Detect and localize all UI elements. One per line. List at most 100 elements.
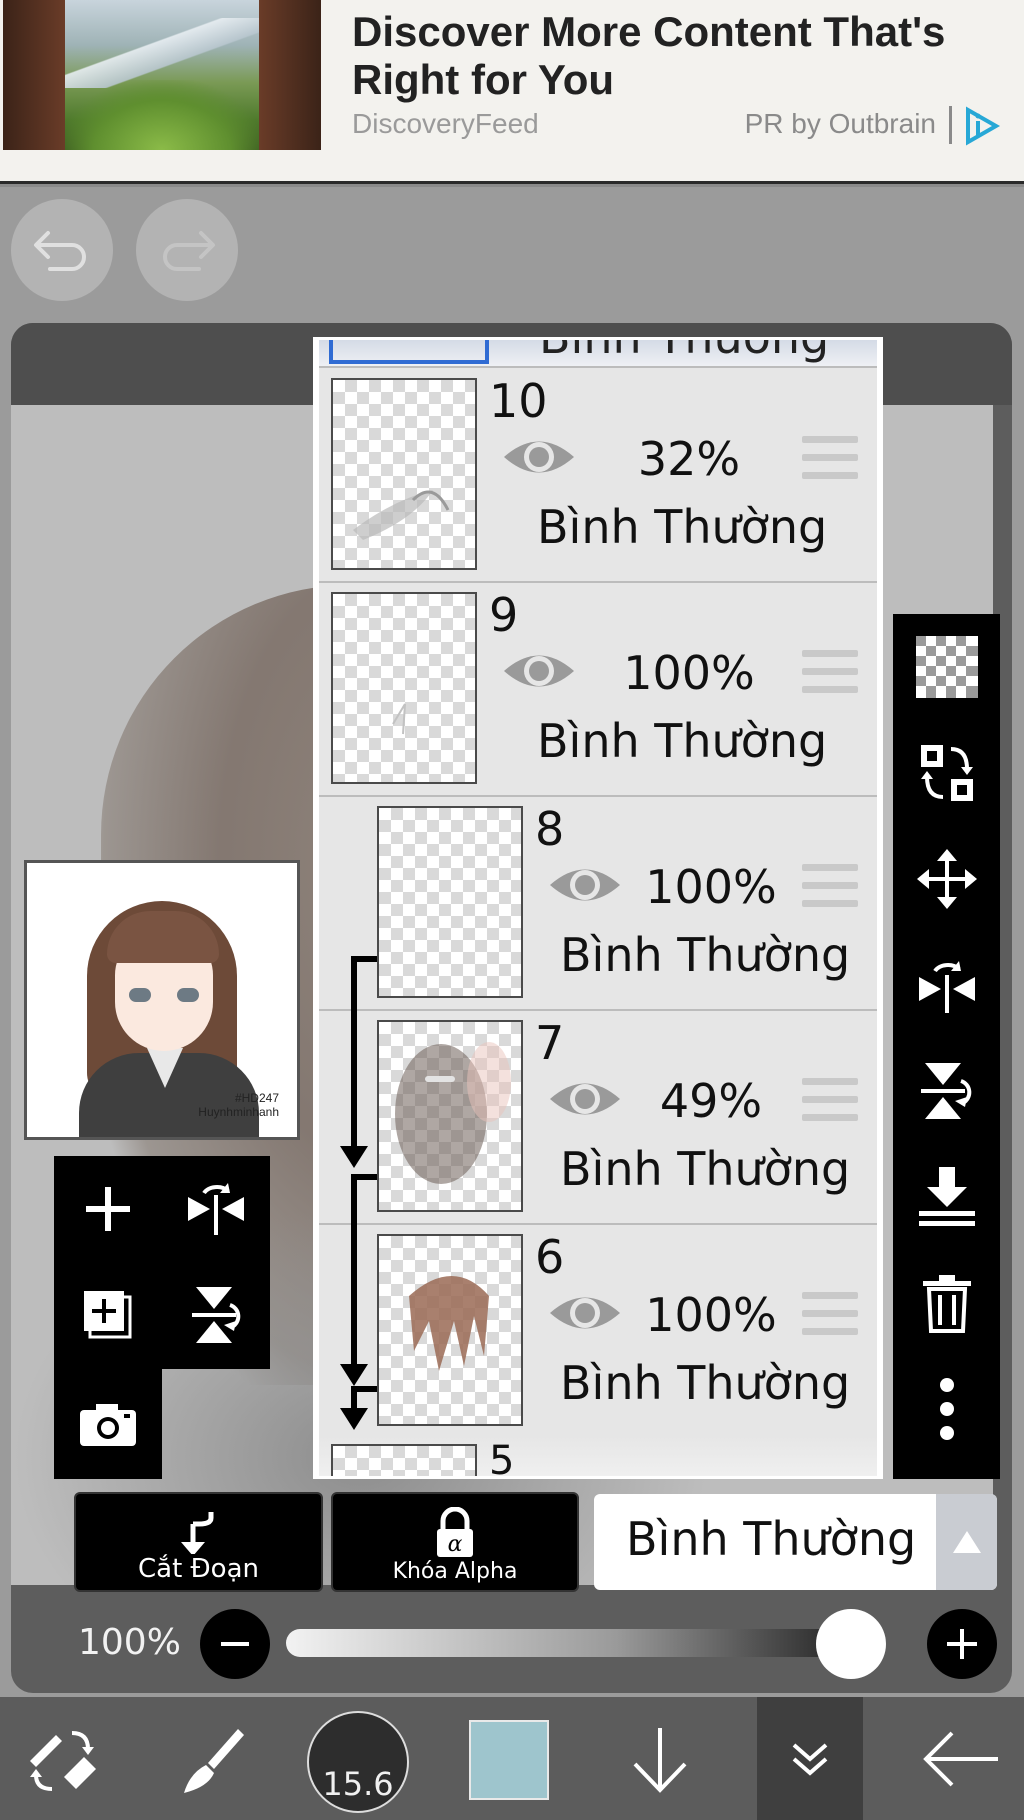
visibility-eye-icon[interactable] [548,862,622,908]
delete-layer-button[interactable] [893,1250,1000,1356]
tool-switch-button[interactable] [12,1697,112,1820]
drag-handle-icon[interactable] [802,1292,858,1338]
move-layer-button[interactable] [893,720,1000,826]
adchoices-icon[interactable] [960,106,1004,146]
ad-source: DiscoveryFeed [352,108,539,139]
layer-number: 9 [489,588,519,642]
plus-icon [947,1629,977,1659]
add-layer-button[interactable] [54,1156,162,1262]
opacity-increase-button[interactable] [927,1609,997,1679]
layer-row[interactable]: 7 49% Bình Thường [319,1012,877,1225]
layer-row-partial-top[interactable]: Bình Thường [319,340,877,368]
layer-panel[interactable]: Bình Thường 10 32% Bình Thường 9 100% Bì… [313,337,883,1479]
transparency-button[interactable] [893,614,1000,720]
more-vertical-icon [939,1378,954,1440]
arrow-down-icon [633,1727,687,1793]
layer-row-partial-bottom[interactable]: 5 [319,1436,877,1479]
undo-button[interactable] [11,199,113,301]
opacity-decrease-button[interactable] [200,1609,270,1679]
layer-row[interactable]: 6 100% Bình Thường [319,1226,877,1439]
preview-signature: #HD247 Huynhminhanh [198,1091,279,1119]
layer-thumbnail[interactable] [377,1020,523,1212]
move-button[interactable] [893,826,1000,932]
layer-thumbnail[interactable] [331,378,477,570]
visibility-eye-icon[interactable] [548,1290,622,1336]
layer-row[interactable]: 10 32% Bình Thường [319,370,877,583]
swap-layer-icon [920,745,973,801]
alpha-lock-label: Khóa Alpha [392,1559,518,1584]
camera-icon [80,1404,136,1446]
merge-down-button[interactable] [893,1144,1000,1250]
clipping-button[interactable]: Cắt Đoạn [74,1492,323,1592]
flip-horizontal-panel-button[interactable] [893,932,1000,1038]
layer-tools-left [54,1156,270,1369]
alpha-lock-button[interactable]: α Khóa Alpha [331,1492,579,1592]
drag-handle-icon[interactable] [802,1078,858,1124]
clip-arrow-icon [340,1364,368,1386]
brush-eraser-switch-icon [30,1730,96,1791]
layer-number: 5 [489,1438,515,1479]
drag-handle-icon[interactable] [802,436,858,482]
redo-icon [163,231,215,271]
flip-vertical-icon [920,1063,971,1119]
layer-number: 8 [535,802,565,856]
back-button[interactable] [900,1697,1020,1820]
chevron-double-down-icon [792,1743,828,1776]
blend-mode-dropdown-button[interactable] [936,1494,997,1590]
layer-thumbnail[interactable] [377,806,523,998]
brush-size-button[interactable]: 15.6 [307,1711,409,1813]
color-swatch[interactable] [469,1720,549,1800]
flip-vertical-button[interactable] [162,1262,270,1368]
move-down-button[interactable] [600,1697,720,1820]
ad-banner[interactable]: Discover More Content That's Right for Y… [0,0,1024,184]
flip-horizontal-button[interactable] [162,1156,270,1262]
triangle-up-icon [952,1531,981,1553]
opacity-value: 100% [78,1622,181,1663]
visibility-eye-icon[interactable] [502,648,576,694]
add-layer-copy-icon [84,1291,132,1339]
layer-opacity: 49% [659,1074,763,1128]
layer-opacity: 100% [645,1288,777,1342]
layer-number: 10 [489,374,548,428]
layer-blend-mode: Bình Thường [537,500,828,554]
clipping-label: Cắt Đoạn [137,1554,259,1584]
layer-list[interactable]: Bình Thường 10 32% Bình Thường 9 100% Bì… [319,340,877,1476]
layer-blend-mode: Bình Thường [560,928,851,982]
drag-handle-icon[interactable] [802,864,858,910]
layer-thumbnail[interactable] [331,592,477,784]
layer-tools-right [893,614,1000,1479]
ad-pr-label[interactable]: PR by Outbrain [745,108,936,140]
flip-vertical-panel-button[interactable] [893,1038,1000,1144]
opacity-slider-knob[interactable] [816,1609,886,1679]
visibility-eye-icon[interactable] [548,1076,622,1122]
camera-button[interactable] [54,1369,162,1479]
brush-tool-button[interactable] [158,1697,258,1820]
layer-row[interactable]: 9 100% Bình Thường [319,584,877,797]
clip-arrow-icon [340,1408,368,1430]
layer-number: 7 [535,1016,565,1070]
ad-image[interactable] [3,0,321,150]
ad-title[interactable]: Discover More Content That's Right for Y… [352,8,992,104]
layer-number: 6 [535,1230,565,1284]
more-options-button[interactable] [893,1356,1000,1462]
duplicate-layer-button[interactable] [54,1262,162,1368]
redo-button[interactable] [136,199,238,301]
flip-horizontal-icon [918,961,975,1013]
layer-thumbnail[interactable] [377,1234,523,1426]
layer-thumbnail[interactable] [331,1444,477,1476]
layers-toggle-button[interactable] [757,1697,863,1820]
layer-blend-mode: Bình Thường [560,1142,851,1196]
visibility-eye-icon[interactable] [502,434,576,480]
merge-down-icon [918,1167,975,1226]
layer-opacity: 100% [623,646,755,700]
clipping-indicator [351,1174,357,1368]
alpha-lock-icon: α [437,1507,473,1557]
layer-row[interactable]: 8 100% Bình Thường [319,798,877,1011]
drag-handle-icon[interactable] [802,650,858,696]
canvas-preview[interactable]: #HD247 Huynhminhanh [24,860,300,1140]
clipping-indicator [351,956,377,962]
blend-mode-select[interactable]: Bình Thường [594,1494,997,1590]
opacity-slider-track[interactable] [286,1629,886,1657]
flip-vertical-icon [192,1287,241,1343]
blend-mode-value: Bình Thường [626,1512,917,1566]
